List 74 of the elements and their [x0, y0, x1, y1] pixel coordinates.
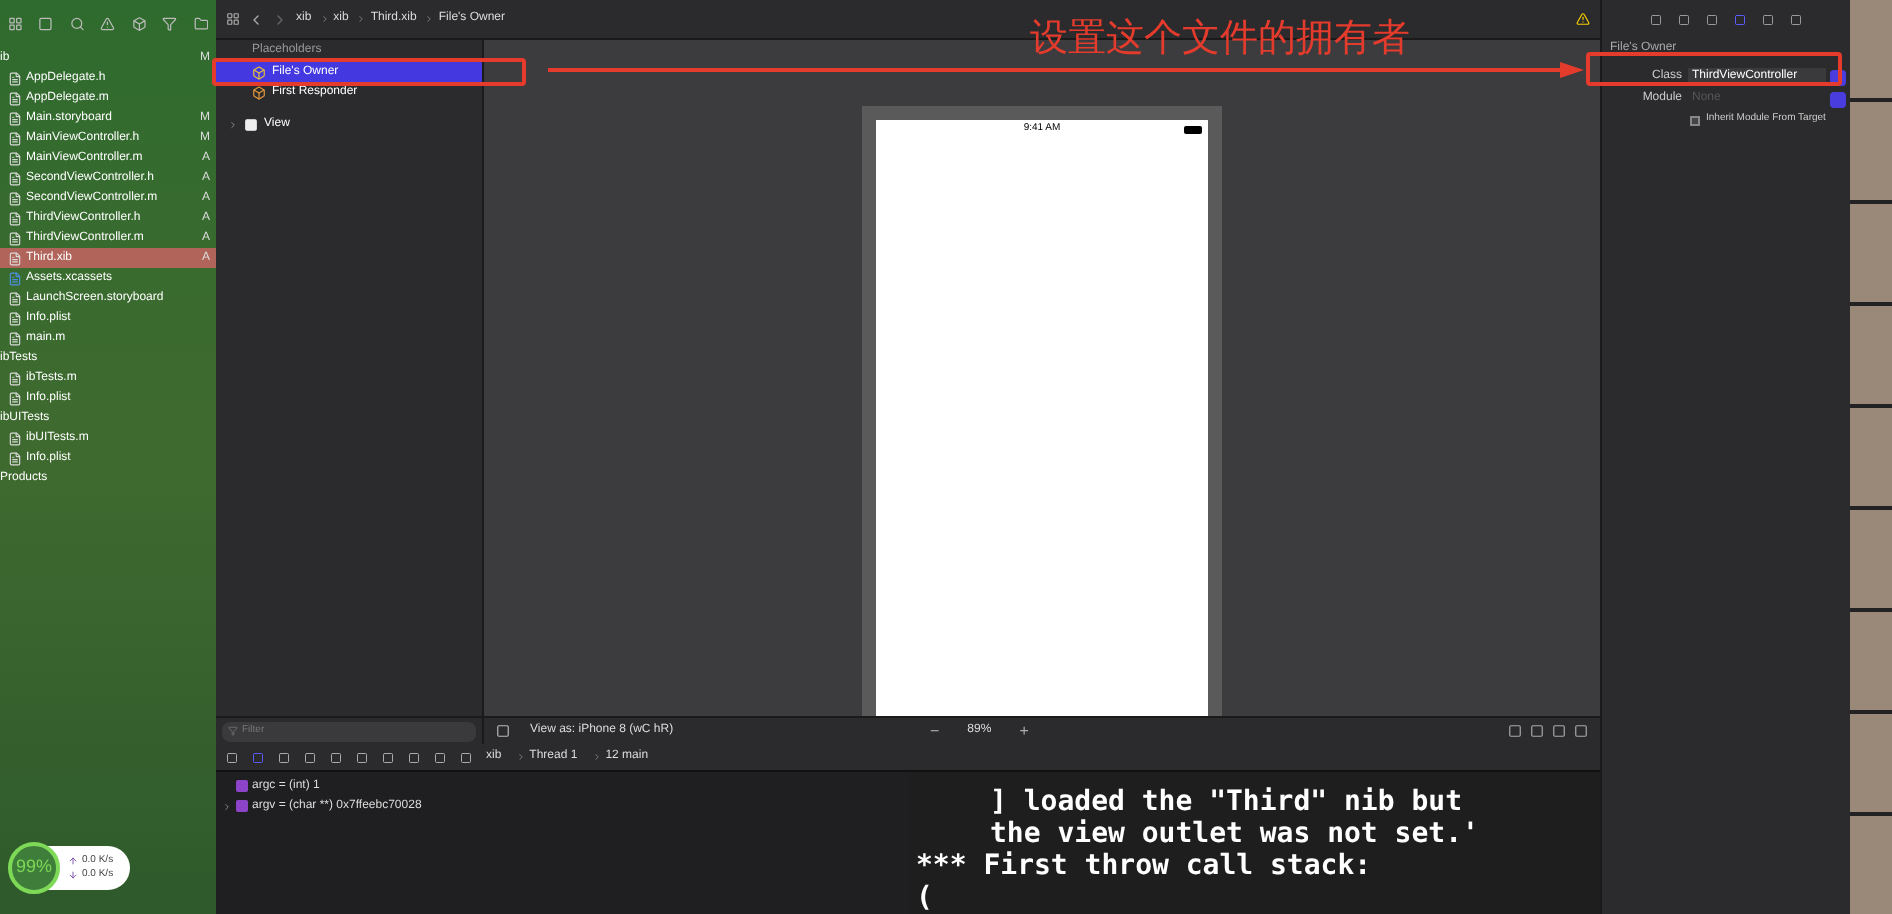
panel-toggle-icon[interactable] [496, 724, 510, 738]
toolbar-icon[interactable] [131, 16, 147, 32]
file-icon [8, 371, 22, 385]
file-icon [8, 131, 22, 145]
file-icon [8, 271, 22, 285]
toolbar-icon[interactable] [8, 16, 23, 32]
file-icon [8, 211, 22, 225]
debug-tool-icon[interactable] [304, 751, 316, 763]
forward-icon[interactable] [272, 11, 288, 27]
back-icon[interactable] [248, 11, 264, 27]
percent-label: 99% [15, 854, 52, 881]
warning-icon[interactable] [1576, 12, 1590, 26]
file-icon [8, 311, 22, 325]
toolbar-icon[interactable] [193, 16, 208, 32]
debug-tool-icon[interactable] [356, 751, 368, 763]
inspector-tab-icon[interactable] [1790, 14, 1802, 26]
zoom-out-button[interactable]: − [930, 719, 940, 743]
inspector-tab-icon[interactable] [1650, 14, 1662, 26]
chevron-icon [591, 752, 602, 762]
toolbar-icon[interactable] [100, 16, 116, 32]
grid-icon[interactable] [226, 12, 240, 26]
file-icon [8, 171, 22, 185]
toolbar-icon[interactable] [38, 16, 54, 32]
download-icon [68, 870, 78, 881]
debug-tool-icon[interactable] [252, 751, 264, 763]
file-icon [8, 451, 22, 465]
photo-placeholder [1850, 408, 1892, 506]
file-icon [8, 391, 22, 405]
debug-tool-icon[interactable] [460, 751, 472, 763]
inspector-tab-icon[interactable] [1734, 14, 1746, 26]
photo-placeholder [1850, 510, 1892, 608]
photo-placeholder [1850, 714, 1892, 812]
cube-icon [252, 65, 266, 79]
file-icon [8, 231, 22, 245]
photo-placeholder [1850, 102, 1892, 200]
battery-icon [1184, 126, 1202, 134]
cube-icon [252, 85, 266, 99]
photo-placeholder [1850, 306, 1892, 404]
disclosure-icon[interactable] [222, 801, 232, 811]
zoom-in-button[interactable]: + [1019, 719, 1029, 743]
debug-tool-icon[interactable] [278, 751, 290, 763]
chevron-icon [319, 14, 330, 24]
photo-placeholder [1850, 0, 1892, 98]
debug-tool-icon[interactable] [226, 751, 238, 763]
file-icon [8, 431, 22, 445]
file-icon [8, 71, 22, 85]
chevron-icon [515, 752, 526, 762]
inherit-checkbox[interactable] [1690, 115, 1700, 125]
inspector-tab-icon[interactable] [1706, 14, 1718, 26]
view-icon [244, 117, 258, 131]
toolbar-icon[interactable] [162, 16, 178, 32]
file-icon [8, 331, 22, 345]
toolbar-icon[interactable] [69, 16, 85, 32]
file-icon [8, 111, 22, 125]
file-icon [8, 91, 22, 105]
chevron-icon [356, 14, 367, 24]
debug-tool-icon[interactable] [434, 751, 446, 763]
filter-icon [228, 726, 238, 736]
debug-tool-icon[interactable] [382, 751, 394, 763]
file-icon [8, 291, 22, 305]
file-icon [8, 251, 22, 265]
chevron-icon [424, 14, 435, 24]
file-icon [8, 191, 22, 205]
debug-tool-icon[interactable] [408, 751, 420, 763]
inspector-tab-icon[interactable] [1678, 14, 1690, 26]
upload-icon [68, 855, 78, 866]
disclosure-icon [228, 119, 238, 129]
inspector-tab-icon[interactable] [1762, 14, 1774, 26]
photo-placeholder [1850, 612, 1892, 710]
photo-placeholder [1850, 204, 1892, 302]
photo-placeholder [1850, 816, 1892, 914]
annotation-text: 设置这个文件的拥有者 [1030, 16, 1410, 64]
file-icon [8, 151, 22, 165]
debug-tool-icon[interactable] [330, 751, 342, 763]
